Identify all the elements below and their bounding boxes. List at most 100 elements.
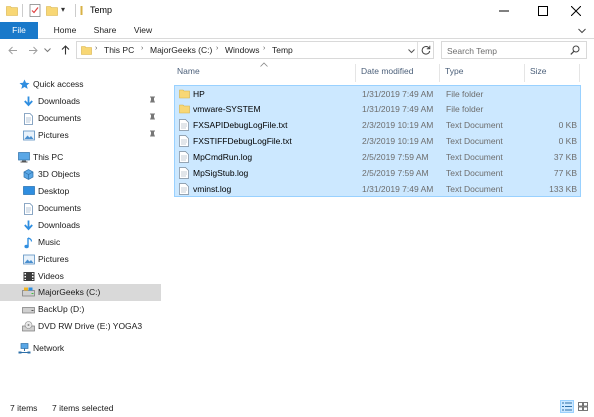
up-button[interactable] bbox=[58, 43, 72, 57]
close-icon bbox=[571, 6, 581, 16]
drive-icon bbox=[22, 304, 35, 315]
recent-locations-button[interactable] bbox=[42, 43, 52, 57]
properties-icon[interactable] bbox=[29, 4, 41, 19]
nav-pictures[interactable]: Pictures bbox=[0, 251, 161, 268]
nav-documents-pinned[interactable]: Documents bbox=[0, 110, 161, 127]
nav-pictures-pinned[interactable]: Pictures bbox=[0, 127, 161, 144]
table-row[interactable]: vmware-SYSTEM 1/31/2019 7:49 AM File fol… bbox=[174, 101, 581, 117]
back-button[interactable] bbox=[6, 43, 20, 57]
table-row[interactable]: MpCmdRun.log 2/5/2019 7:59 AM Text Docum… bbox=[174, 149, 581, 165]
pin-icon[interactable] bbox=[148, 130, 157, 141]
file-name: HP bbox=[193, 89, 205, 99]
file-size: 133 KB bbox=[549, 184, 577, 194]
chevron-down-icon bbox=[43, 47, 51, 52]
search-icon[interactable] bbox=[570, 45, 580, 57]
nav-label: Pictures bbox=[38, 130, 69, 140]
table-row[interactable]: FXSTIFFDebugLogFile.txt 2/3/2019 10:19 A… bbox=[174, 133, 581, 149]
tab-share[interactable]: Share bbox=[86, 22, 124, 39]
pin-icon[interactable] bbox=[148, 113, 157, 124]
nav-music[interactable]: Music bbox=[0, 234, 161, 251]
nav-network[interactable]: Network bbox=[0, 340, 161, 357]
window-title: Temp bbox=[90, 5, 113, 15]
table-row[interactable]: FXSAPIDebugLogFile.txt 2/3/2019 10:19 AM… bbox=[174, 117, 581, 133]
file-size: 0 KB bbox=[558, 120, 577, 130]
file-date: 2/5/2019 7:59 AM bbox=[362, 168, 429, 178]
column-divider[interactable] bbox=[579, 64, 580, 82]
search-input[interactable] bbox=[447, 44, 565, 57]
tab-view[interactable]: View bbox=[124, 22, 162, 39]
breadcrumb-temp[interactable]: Temp bbox=[272, 45, 293, 55]
column-divider[interactable] bbox=[524, 64, 525, 82]
new-folder-icon[interactable] bbox=[46, 4, 58, 18]
search-box[interactable] bbox=[441, 41, 587, 59]
table-row[interactable]: HP 1/31/2019 7:49 AM File folder bbox=[174, 85, 581, 101]
text-file-icon bbox=[179, 167, 189, 179]
nav-this-pc[interactable]: This PC bbox=[0, 149, 161, 166]
large-icons-view-button[interactable] bbox=[576, 400, 590, 413]
customize-quick-access-icon[interactable]: ▾ bbox=[61, 5, 65, 14]
file-date: 2/5/2019 7:59 AM bbox=[362, 152, 429, 162]
nav-backup-drive[interactable]: BackUp (D:) bbox=[0, 301, 161, 318]
pin-icon[interactable] bbox=[148, 96, 157, 107]
column-header-name[interactable]: Name bbox=[177, 66, 200, 76]
nav-downloads-pinned[interactable]: Downloads bbox=[0, 93, 161, 110]
address-bar[interactable]: › This PC › MajorGeeks (C:) › Windows › … bbox=[76, 41, 434, 59]
nav-downloads[interactable]: Downloads bbox=[0, 217, 161, 234]
table-row[interactable]: MpSigStub.log 2/5/2019 7:59 AM Text Docu… bbox=[174, 165, 581, 181]
breadcrumb-separator[interactable]: › bbox=[141, 45, 143, 52]
file-name: FXSTIFFDebugLogFile.txt bbox=[193, 136, 292, 146]
file-name: FXSAPIDebugLogFile.txt bbox=[193, 120, 288, 130]
column-divider[interactable] bbox=[439, 64, 440, 82]
nav-dvd-drive[interactable]: DVD RW Drive (E:) YOGA3 bbox=[0, 318, 161, 335]
large-icons-view-icon bbox=[578, 402, 588, 411]
file-name: vminst.log bbox=[193, 184, 232, 194]
folder-icon bbox=[179, 103, 190, 115]
nav-desktop[interactable]: Desktop bbox=[0, 183, 161, 200]
pictures-icon bbox=[23, 254, 35, 265]
selected-count: 7 items selected bbox=[52, 403, 114, 413]
sort-ascending-icon bbox=[260, 62, 268, 69]
nav-label: DVD RW Drive (E:) YOGA3 bbox=[38, 321, 143, 331]
address-history-button[interactable] bbox=[408, 46, 415, 56]
download-arrow-icon bbox=[23, 96, 35, 107]
nav-label: Music bbox=[38, 237, 61, 247]
folder-icon bbox=[81, 45, 92, 57]
breadcrumb-separator[interactable]: › bbox=[216, 45, 218, 52]
file-type: Text Document bbox=[446, 136, 503, 146]
table-row[interactable]: vminst.log 1/31/2019 7:49 AM Text Docume… bbox=[174, 181, 581, 197]
details-view-button[interactable] bbox=[560, 400, 574, 413]
navigation-pane: Quick access Downloads Documents Picture… bbox=[0, 64, 166, 397]
nav-videos[interactable]: Videos bbox=[0, 268, 161, 285]
document-icon bbox=[23, 113, 35, 125]
nav-3d-objects[interactable]: 3D Objects bbox=[0, 166, 161, 183]
breadcrumb-windows[interactable]: Windows bbox=[225, 45, 259, 55]
nav-quick-access[interactable]: Quick access bbox=[0, 76, 161, 93]
file-type: Text Document bbox=[446, 168, 503, 178]
file-date: 2/3/2019 10:19 AM bbox=[362, 136, 434, 146]
nav-label: Pictures bbox=[38, 254, 69, 264]
forward-button[interactable] bbox=[26, 43, 40, 57]
column-divider[interactable] bbox=[355, 64, 356, 82]
refresh-icon bbox=[421, 45, 431, 55]
refresh-button[interactable] bbox=[421, 45, 431, 57]
maximize-button[interactable] bbox=[525, 0, 561, 22]
minimize-button[interactable] bbox=[486, 0, 522, 22]
nav-documents[interactable]: Documents bbox=[0, 200, 161, 217]
expand-ribbon-button[interactable] bbox=[578, 26, 586, 36]
breadcrumb-separator[interactable]: › bbox=[95, 45, 97, 52]
text-file-icon bbox=[179, 183, 189, 195]
drive-icon bbox=[22, 287, 35, 298]
file-type: File folder bbox=[446, 104, 484, 114]
breadcrumb-this-pc[interactable]: This PC bbox=[104, 45, 134, 55]
breadcrumb-separator[interactable]: › bbox=[263, 45, 265, 52]
tab-file[interactable]: File bbox=[0, 22, 38, 39]
column-header-date[interactable]: Date modified bbox=[361, 66, 413, 76]
nav-majorgeeks-drive[interactable]: MajorGeeks (C:) bbox=[0, 284, 161, 301]
breadcrumb-majorgeeks[interactable]: MajorGeeks (C:) bbox=[150, 45, 212, 55]
nav-label: Videos bbox=[38, 271, 64, 281]
column-header-type[interactable]: Type bbox=[445, 66, 463, 76]
column-header-size[interactable]: Size bbox=[530, 66, 547, 76]
tab-home[interactable]: Home bbox=[46, 22, 84, 39]
close-button[interactable] bbox=[558, 0, 594, 22]
address-row: › This PC › MajorGeeks (C:) › Windows › … bbox=[0, 39, 594, 61]
